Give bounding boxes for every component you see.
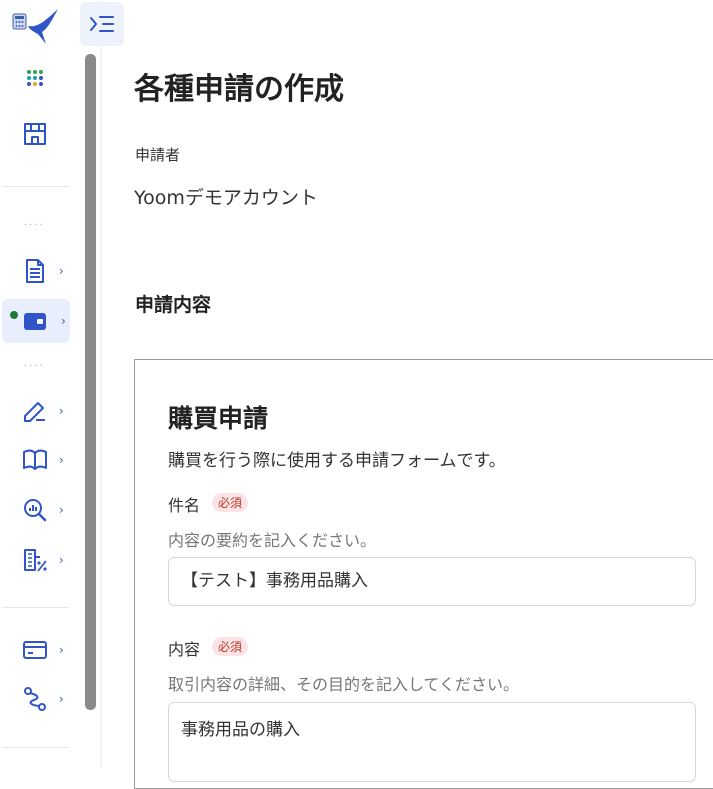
chevron-right-icon: › xyxy=(59,453,64,467)
required-badge: 必須 xyxy=(212,637,249,656)
applicant-value: Yoomデモアカウント xyxy=(134,187,318,209)
subject-input[interactable]: 【テスト】事務用品購入 xyxy=(168,557,696,606)
chevron-right-icon: › xyxy=(61,314,66,328)
nav-credit-card[interactable]: › xyxy=(0,628,70,672)
sidebar-divider xyxy=(2,607,69,608)
nav-signature[interactable]: › xyxy=(0,389,70,433)
sidebar-dots: ···· xyxy=(24,220,45,231)
store-icon xyxy=(24,123,46,145)
document-icon xyxy=(26,259,44,283)
active-indicator-dot xyxy=(10,311,18,319)
content-textarea[interactable]: 事務用品の購入 xyxy=(168,702,696,782)
form-title: 購買申請 xyxy=(168,404,269,433)
analytics-search-icon xyxy=(24,499,47,522)
logo-icon xyxy=(12,9,58,44)
nav-apps[interactable] xyxy=(0,56,70,100)
field-label-content: 内容 xyxy=(168,640,201,659)
main-edge xyxy=(100,0,102,768)
page-title: 各種申請の作成 xyxy=(134,72,344,107)
wallet-icon xyxy=(24,313,46,330)
chevron-right-icon: › xyxy=(59,404,64,418)
chevron-right-icon: › xyxy=(59,553,64,567)
sidebar: ···· › › ···· › › › › › › xyxy=(0,0,82,768)
nav-documents[interactable]: › xyxy=(0,249,70,293)
collapse-menu-icon xyxy=(90,16,114,32)
chevron-right-icon: › xyxy=(59,264,64,278)
sidebar-divider xyxy=(2,186,69,187)
sidebar-dots: ···· xyxy=(24,361,45,372)
nav-wallet[interactable]: › xyxy=(2,299,70,343)
building-percent-icon xyxy=(24,549,47,572)
book-icon xyxy=(23,449,47,470)
chevron-right-icon: › xyxy=(59,643,64,657)
sidebar-divider xyxy=(2,747,69,748)
sidebar-scrollbar[interactable] xyxy=(85,54,96,710)
nav-store[interactable] xyxy=(0,112,70,156)
required-badge: 必須 xyxy=(212,493,249,512)
form-description: 購買を行う際に使用する申請フォームです。 xyxy=(168,451,506,471)
workflow-icon xyxy=(24,687,46,711)
nav-expenses[interactable]: › xyxy=(0,538,70,582)
chevron-right-icon: › xyxy=(59,503,64,517)
nav-workflow[interactable]: › xyxy=(0,677,70,721)
section-title: 申請内容 xyxy=(135,294,212,316)
field-label-subject: 件名 xyxy=(168,496,201,515)
app-logo[interactable] xyxy=(12,6,60,46)
apps-grid-icon xyxy=(27,70,43,86)
field-help-content: 取引内容の詳細、その目的を記入してください。 xyxy=(168,675,520,694)
nav-analytics[interactable]: › xyxy=(0,488,70,532)
field-help-subject: 内容の要約を記入ください。 xyxy=(168,531,377,550)
chevron-right-icon: › xyxy=(59,692,64,706)
sidebar-toggle-button[interactable] xyxy=(80,2,124,46)
credit-card-icon xyxy=(23,641,47,659)
nav-book[interactable]: › xyxy=(0,438,70,482)
signature-icon xyxy=(24,402,45,422)
applicant-label: 申請者 xyxy=(135,146,181,164)
